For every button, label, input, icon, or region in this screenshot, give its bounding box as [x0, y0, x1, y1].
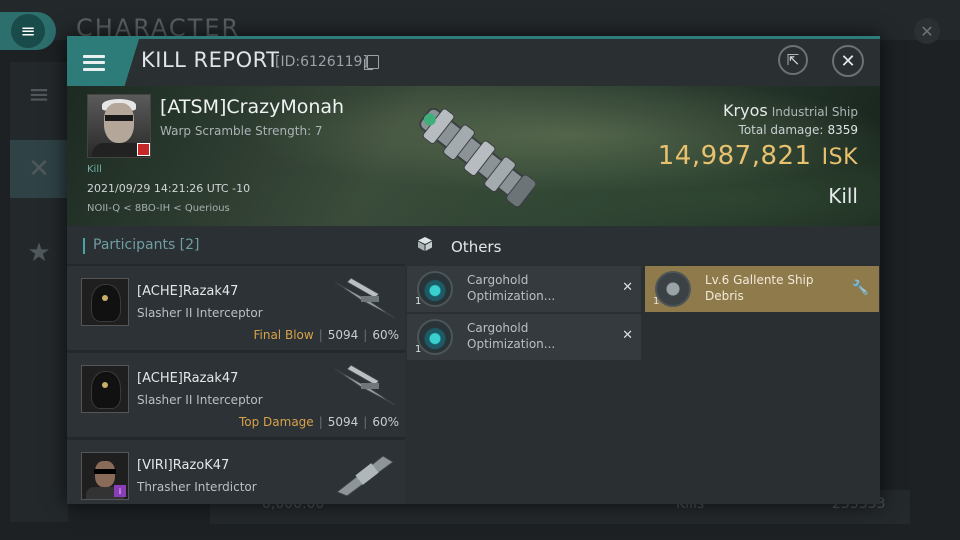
others-panel: Others 1 Cargohold Optimization... ✕ 1 L…: [405, 226, 880, 504]
star-icon[interactable]: ★: [10, 224, 68, 282]
hamburger-icon: [83, 54, 105, 71]
participant-ship-image: [336, 455, 394, 497]
item-quantity: 1: [415, 296, 422, 307]
participants-header: Participants [2]: [67, 226, 405, 264]
participants-panel: Participants [2] [ACHE]Razak47 Slasher I…: [67, 226, 405, 504]
modal-header: KILL REPORT [ID:6126119] ⇱ ✕: [67, 36, 880, 86]
participant-damage: 5094: [327, 415, 359, 429]
modal-menu-button[interactable]: [67, 39, 139, 86]
total-damage: Total damage: 8359: [739, 123, 858, 137]
kill-tag: Kill: [87, 164, 102, 175]
kill-datetime: 2021/09/29 14:21:26 UTC -10: [87, 182, 251, 195]
external-link-icon: ⇱: [786, 51, 800, 69]
item-name: Cargohold Optimization...: [467, 273, 556, 303]
header-accent-line: [67, 36, 880, 39]
crossed-swords-icon[interactable]: ✕: [10, 140, 68, 198]
victim-banner: [ATSM]CrazyMonah Warp Scramble Strength:…: [67, 86, 880, 226]
participant-name: [ACHE]Razak47: [137, 371, 239, 386]
participant-avatar: [81, 365, 129, 413]
loot-item[interactable]: 1 Cargohold Optimization... ✕: [407, 266, 641, 312]
module-icon: [417, 319, 453, 355]
header-bar: [83, 238, 85, 254]
participant-ship-image: [334, 364, 396, 406]
share-button[interactable]: ⇱: [778, 45, 808, 75]
isk-unit: ISK: [821, 145, 858, 170]
ship-name[interactable]: Kryos Industrial Ship: [723, 101, 858, 120]
victim-name[interactable]: [ATSM]CrazyMonah: [160, 96, 344, 118]
isk-amount: 14,987,821: [657, 141, 812, 171]
participant-tag: Final Blow: [253, 328, 314, 342]
participant-percent: 60%: [372, 328, 399, 342]
modal-title: KILL REPORT: [141, 48, 280, 72]
item-name: Cargohold Optimization...: [467, 321, 556, 351]
total-damage-value: 8359: [827, 123, 858, 137]
participant-ship: Thrasher Interdictor: [137, 480, 257, 494]
ship-image: [419, 107, 537, 208]
kill-location: NOII-Q < 8BO-IH < Querious: [87, 203, 230, 214]
background-close-icon[interactable]: ✕: [914, 18, 940, 44]
participants-label: Participants [2]: [93, 237, 200, 253]
loot-item[interactable]: 1 Lv.6 Gallente Ship Debris 🔧: [645, 266, 879, 312]
item-quantity: 1: [415, 344, 422, 355]
corp-badge-icon: i: [114, 485, 126, 497]
ship-name-text: Kryos: [723, 101, 768, 120]
kill-report-modal: KILL REPORT [ID:6126119] ⇱ ✕ [ATSM]Crazy…: [67, 36, 880, 504]
others-label: Others: [451, 238, 502, 256]
item-name: Lv.6 Gallente Ship Debris: [705, 273, 814, 303]
participant-percent: 60%: [372, 415, 399, 429]
participant-row[interactable]: i [VIRI]RazoK47 Thrasher Interdictor: [67, 440, 405, 504]
close-button[interactable]: ✕: [832, 45, 864, 77]
debris-icon: [655, 271, 691, 307]
destroyed-icon: ✕: [622, 280, 633, 295]
participant-ship-image: [334, 277, 396, 319]
destroyed-icon: ✕: [622, 328, 633, 343]
corp-badge-icon: [137, 143, 150, 156]
total-damage-label: Total damage:: [738, 123, 824, 137]
background-sidebar: [10, 62, 68, 522]
close-icon: ✕: [840, 50, 856, 72]
copy-icon[interactable]: [364, 55, 379, 70]
wrench-icon: 🔧: [851, 280, 869, 296]
list-icon[interactable]: ≡: [10, 66, 68, 124]
participant-name: [VIRI]RazoK47: [137, 458, 230, 473]
participant-stats: Top Damage | 5094 | 60%: [238, 415, 399, 429]
participant-name: [ACHE]Razak47: [137, 284, 239, 299]
menu-icon: ≡: [11, 14, 45, 48]
kill-result: Kill: [828, 184, 858, 208]
participant-row[interactable]: [ACHE]Razak47 Slasher II Interceptor Top…: [67, 353, 405, 437]
others-header: Others: [405, 226, 880, 264]
participant-avatar: [81, 278, 129, 326]
participant-ship: Slasher II Interceptor: [137, 393, 263, 407]
background-menu-button[interactable]: ≡: [0, 12, 56, 50]
participant-tag: Top Damage: [238, 415, 314, 429]
participant-row[interactable]: [ACHE]Razak47 Slasher II Interceptor Fin…: [67, 266, 405, 350]
warp-scramble-strength: Warp Scramble Strength: 7: [160, 124, 323, 138]
cube-icon: [418, 237, 432, 251]
participant-ship: Slasher II Interceptor: [137, 306, 263, 320]
loot-item[interactable]: 1 Cargohold Optimization... ✕: [407, 314, 641, 360]
participant-damage: 5094: [327, 328, 359, 342]
module-icon: [417, 271, 453, 307]
isk-value: 14,987,821 ISK: [658, 141, 858, 171]
participant-stats: Final Blow | 5094 | 60%: [253, 328, 399, 342]
ship-class: Industrial Ship: [771, 105, 858, 119]
item-quantity: 1: [653, 296, 660, 307]
report-id: [ID:6126119]: [275, 54, 368, 70]
